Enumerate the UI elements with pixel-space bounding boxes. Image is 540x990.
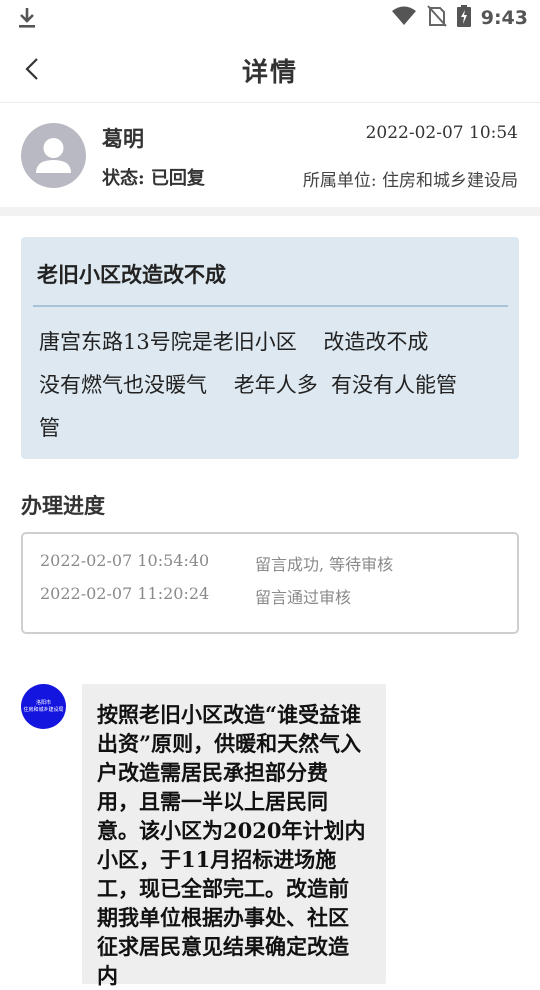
message-card: 老旧小区改造改不成 唐宫东路13号院是老旧小区 改造改不成 没有燃气也没暖气 老… xyxy=(21,237,519,459)
progress-time: 2022-02-07 10:54:40 xyxy=(40,551,210,570)
battery-charging-icon xyxy=(456,5,471,31)
download-icon xyxy=(16,6,38,30)
department-avatar: 洛阳市 住房和城乡建设局 xyxy=(21,684,66,729)
wifi-icon xyxy=(391,6,417,30)
section-divider xyxy=(0,207,540,216)
no-sim-icon xyxy=(426,5,447,31)
progress-list: 2022-02-07 10:54:40 留言成功, 等待审核 2022-02-0… xyxy=(21,532,519,634)
avatar-logo-text: 住房和城乡建设局 xyxy=(23,706,64,713)
user-name: 葛明 xyxy=(102,126,144,151)
message-title: 老旧小区改造改不成 xyxy=(37,262,226,287)
progress-entry: 2022-02-07 10:54:40 留言成功, 等待审核 xyxy=(40,551,393,575)
avatar-logo-text: 洛阳市 xyxy=(35,699,51,706)
user-info-section: 葛明 2022-02-07 10:54 状态: 已回复 所属单位: 住房和城乡建… xyxy=(0,103,540,207)
person-icon xyxy=(36,138,71,173)
clock-time: 9:43 xyxy=(480,7,528,29)
progress-text: 留言通过审核 xyxy=(255,588,352,607)
department: 所属单位: 住房和城乡建设局 xyxy=(302,171,518,191)
progress-text: 留言成功, 等待审核 xyxy=(255,555,394,574)
progress-entry: 2022-02-07 11:20:24 留言通过审核 xyxy=(40,584,351,608)
reply-text: 按照老旧小区改造“谁受益谁出资”原则，供暖和天然气入户改造需居民承担部分费用，且… xyxy=(97,702,366,988)
avatar xyxy=(21,123,86,188)
progress-time: 2022-02-07 11:20:24 xyxy=(40,584,210,603)
reply-bubble: 按照老旧小区改造“谁受益谁出资”原则，供暖和天然气入户改造需居民承担部分费用，且… xyxy=(82,684,386,988)
divider xyxy=(33,305,508,307)
page-title: 详情 xyxy=(241,58,298,88)
status-bar: 9:43 xyxy=(0,0,540,36)
progress-heading: 办理进度 xyxy=(21,493,105,518)
top-navigation-bar: 详情 xyxy=(0,36,540,103)
post-datetime: 2022-02-07 10:54 xyxy=(365,123,518,143)
message-body: 唐宫东路13号院是老旧小区 改造改不成 没有燃气也没暖气 老年人多 有没有人能管… xyxy=(39,330,458,440)
reply-status: 状态: 已回复 xyxy=(102,168,205,189)
